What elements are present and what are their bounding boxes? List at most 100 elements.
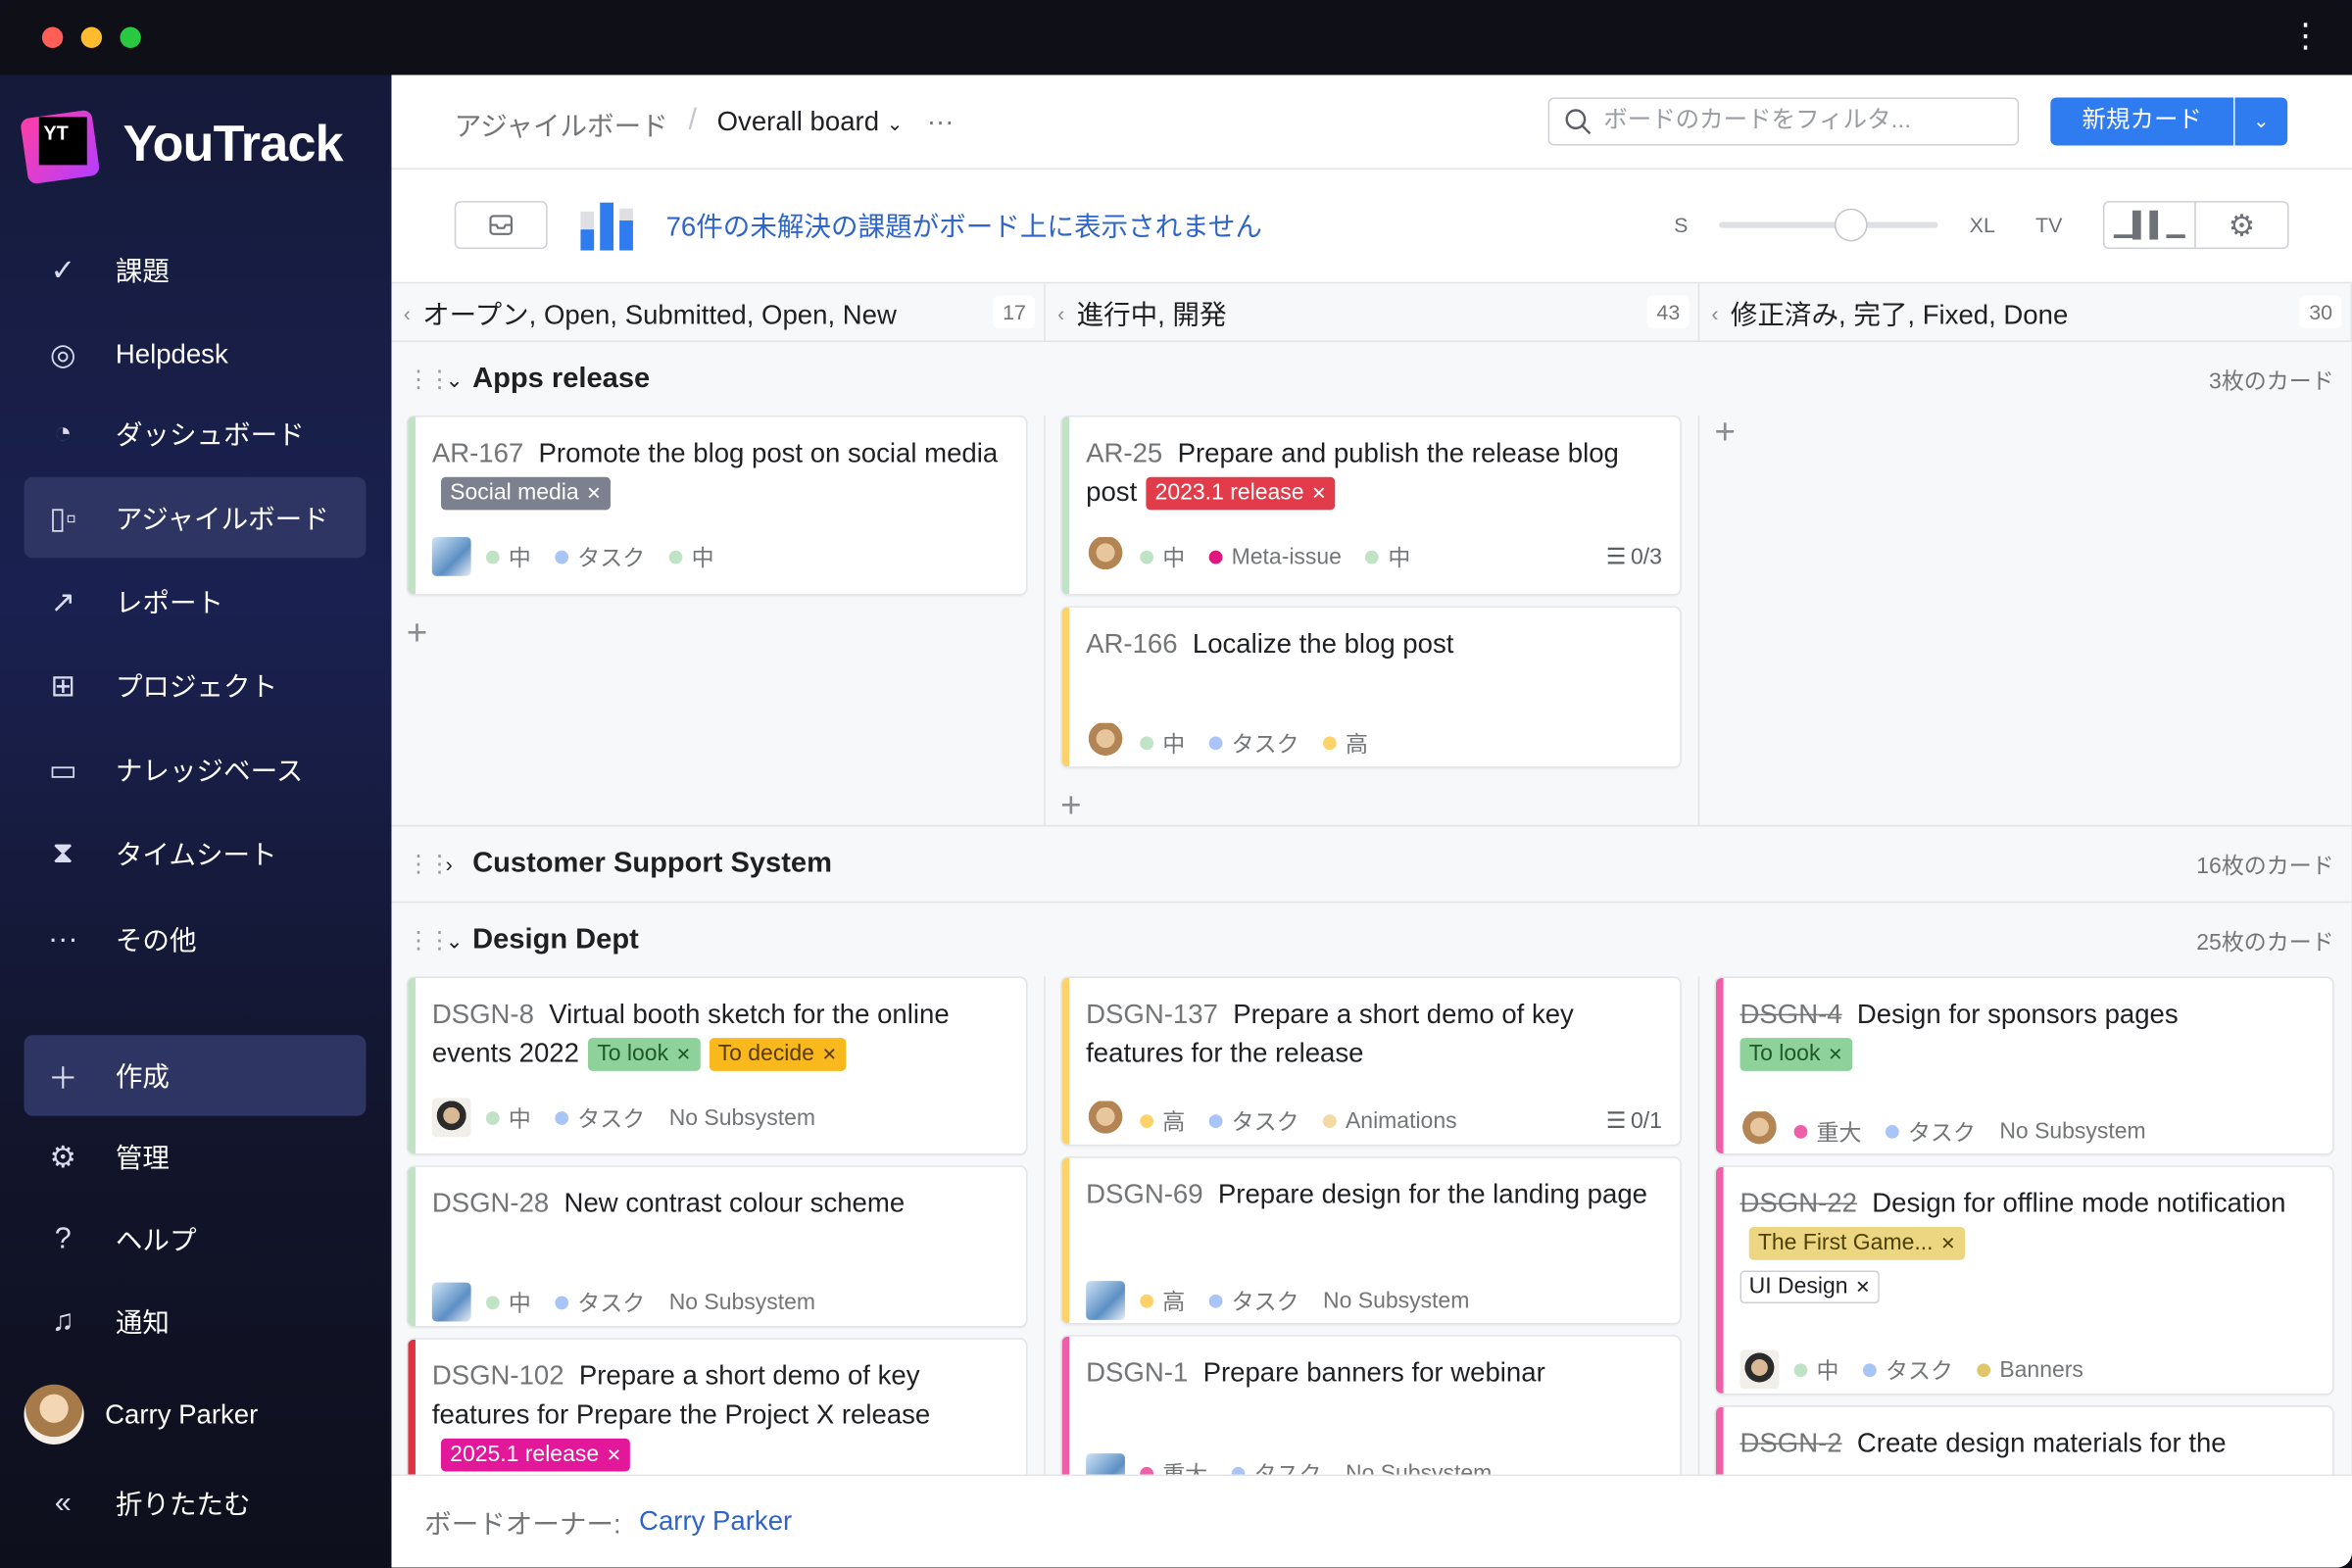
user-profile[interactable]: Carry Parker bbox=[24, 1374, 366, 1455]
logo[interactable]: YT YouTrack bbox=[20, 105, 344, 185]
card-field[interactable]: 高 bbox=[1140, 1285, 1185, 1316]
window-menu-icon[interactable]: ⋮ bbox=[2289, 18, 2323, 54]
search-input[interactable] bbox=[1603, 108, 1994, 135]
swimlane-header[interactable]: ⋮⋮ ⌄ Apps release 3枚のカード bbox=[391, 344, 2351, 416]
assignee-avatar[interactable] bbox=[431, 536, 471, 576]
breadcrumb-agile-boards[interactable]: アジャイルボード bbox=[455, 105, 668, 144]
issue-card[interactable]: DSGN-137 Prepare a short demo of key feat… bbox=[1061, 977, 1681, 1145]
card-filter-search[interactable] bbox=[1547, 97, 2020, 146]
issue-id[interactable]: AR-25 bbox=[1086, 438, 1162, 468]
sidebar-item-0[interactable]: ✓ 課題 bbox=[24, 229, 366, 311]
card-field[interactable]: タスク bbox=[1863, 1353, 1953, 1385]
issue-id[interactable]: AR-167 bbox=[432, 438, 523, 468]
sidebar-item-6[interactable]: ▭ ナレッジベース bbox=[24, 729, 366, 810]
collapse-sidebar-button[interactable]: «折りたたむ bbox=[24, 1462, 366, 1544]
issue-summary[interactable]: Design for offline mode notification bbox=[1872, 1188, 2285, 1218]
card-field[interactable]: No Subsystem bbox=[1323, 1288, 1469, 1313]
issue-summary[interactable]: Prepare design for the landing page bbox=[1218, 1179, 1647, 1209]
add-card-icon[interactable]: + bbox=[1714, 413, 1735, 455]
chevron-right-icon[interactable]: › bbox=[446, 852, 473, 875]
card-field[interactable]: No Subsystem bbox=[669, 1104, 815, 1130]
issue-card[interactable]: DSGN-4 Design for sponsors pages To look ✕ 重… bbox=[1716, 977, 2333, 1154]
drag-handle-icon[interactable]: ⋮⋮ bbox=[407, 925, 452, 956]
tag[interactable]: UI Design ✕ bbox=[1740, 1270, 1880, 1304]
board-owner-link[interactable]: Carry Parker bbox=[639, 1506, 792, 1538]
sidebar-item-8[interactable]: ··· その他 bbox=[24, 899, 366, 980]
remove-tag-icon[interactable]: ✕ bbox=[607, 1445, 621, 1465]
issue-summary[interactable]: Prepare banners for webinar bbox=[1203, 1357, 1545, 1388]
size-label-tv[interactable]: TV bbox=[2035, 213, 2062, 236]
issue-summary[interactable]: Create design materials for the bbox=[1857, 1428, 2227, 1458]
card-field[interactable]: 中 bbox=[485, 1286, 531, 1317]
add-card-icon[interactable]: + bbox=[1060, 786, 1081, 828]
issue-id[interactable]: DSGN-2 bbox=[1740, 1428, 1841, 1458]
issue-card[interactable]: DSGN-102 Prepare a short demo of key feat… bbox=[408, 1339, 1026, 1475]
assignee-avatar[interactable] bbox=[1740, 1349, 1780, 1390]
backlog-button[interactable] bbox=[454, 201, 548, 250]
create-button[interactable]: ＋作成 bbox=[24, 1035, 367, 1116]
chevron-left-icon[interactable]: ‹ bbox=[1057, 301, 1064, 324]
issue-card[interactable]: DSGN-8 Virtual booth sketch for the onlin… bbox=[408, 977, 1026, 1154]
sidebar-item-help[interactable]: ? ヘルプ bbox=[24, 1199, 366, 1280]
column-header[interactable]: ‹ オープン, Open, Submitted, Open, New 17 bbox=[391, 283, 1046, 342]
sidebar-item-5[interactable]: ⊞ プロジェクト bbox=[24, 645, 366, 726]
close-window-button[interactable] bbox=[41, 26, 64, 48]
sidebar-item-bell[interactable]: ♫ 通知 bbox=[24, 1281, 366, 1362]
sidebar-item-4[interactable]: ↗ レポート bbox=[24, 561, 366, 642]
subtasks-counter[interactable]: ☰ 0/1 bbox=[1606, 1107, 1662, 1134]
assignee-avatar[interactable] bbox=[1086, 1281, 1125, 1320]
swimlane-header[interactable]: ⋮⋮ › Customer Support System 16枚のカード bbox=[391, 828, 2351, 900]
size-label-xl[interactable]: XL bbox=[1970, 213, 1995, 236]
card-field[interactable]: 中 bbox=[668, 541, 714, 572]
sidebar-item-1[interactable]: ◎ Helpdesk bbox=[24, 314, 366, 395]
issue-card[interactable]: DSGN-2 Create design materials for the bbox=[1716, 1406, 2333, 1475]
issue-id[interactable]: DSGN-8 bbox=[432, 999, 534, 1029]
assignee-avatar[interactable] bbox=[1086, 536, 1125, 576]
remove-tag-icon[interactable]: ✕ bbox=[1311, 483, 1326, 504]
card-field[interactable]: No Subsystem bbox=[1346, 1460, 1492, 1475]
issue-card[interactable]: DSGN-69 Prepare design for the landing pa… bbox=[1061, 1157, 1681, 1323]
chevron-left-icon[interactable]: ‹ bbox=[404, 301, 411, 324]
card-field[interactable]: タスク bbox=[555, 1102, 645, 1133]
column-header[interactable]: ‹ 修正済み, 完了, Fixed, Done 30 bbox=[1699, 283, 2352, 342]
issue-card[interactable]: DSGN-1 Prepare banners for webinar 重大 タスク No… bbox=[1061, 1336, 1681, 1475]
card-field[interactable]: タスク bbox=[1208, 1285, 1299, 1316]
assignee-avatar[interactable] bbox=[431, 1098, 471, 1138]
remove-tag-icon[interactable]: ✕ bbox=[1940, 1233, 1955, 1253]
tag[interactable]: To look ✕ bbox=[1740, 1038, 1852, 1071]
more-icon[interactable]: ··· bbox=[927, 107, 955, 137]
card-field[interactable]: 高 bbox=[1140, 1104, 1185, 1136]
card-field[interactable]: 高 bbox=[1323, 727, 1368, 759]
assignee-avatar[interactable] bbox=[1086, 722, 1125, 762]
issue-card[interactable]: AR-167 Promote the blog post on social me… bbox=[408, 416, 1026, 595]
slider-handle[interactable] bbox=[1834, 208, 1867, 242]
hidden-issues-link[interactable]: 76件の未解決の課題がボード上に表示されません bbox=[666, 206, 1262, 245]
chart-button[interactable]: ▁▌▌▁ bbox=[2102, 201, 2196, 250]
card-field[interactable]: タスク bbox=[1231, 1457, 1322, 1475]
size-label-s[interactable]: S bbox=[1674, 213, 1688, 236]
card-field[interactable]: タスク bbox=[1208, 727, 1299, 759]
issue-id[interactable]: DSGN-28 bbox=[432, 1188, 549, 1218]
assignee-avatar[interactable] bbox=[1740, 1111, 1780, 1151]
remove-tag-icon[interactable]: ✕ bbox=[1828, 1044, 1842, 1064]
card-field[interactable]: 重大 bbox=[1140, 1457, 1207, 1475]
card-field[interactable]: 中 bbox=[1140, 541, 1185, 572]
chevron-down-icon[interactable]: ⌄ bbox=[446, 367, 473, 392]
board-settings-button[interactable]: ⚙ bbox=[2194, 201, 2289, 250]
assignee-avatar[interactable] bbox=[1086, 1453, 1125, 1475]
issue-summary[interactable]: New contrast colour scheme bbox=[564, 1188, 906, 1218]
issue-summary[interactable]: Promote the blog post on social media bbox=[539, 438, 999, 468]
issue-summary[interactable]: Design for sponsors pages bbox=[1857, 999, 2179, 1029]
tag[interactable]: To look ✕ bbox=[588, 1038, 701, 1071]
card-field[interactable]: 重大 bbox=[1793, 1115, 1861, 1147]
card-field[interactable]: 中 bbox=[485, 1102, 531, 1133]
maximize-window-button[interactable] bbox=[120, 26, 141, 48]
subtasks-counter[interactable]: ☰ 0/3 bbox=[1606, 543, 1662, 570]
card-field[interactable]: 中 bbox=[1140, 727, 1185, 759]
tag[interactable]: To decide ✕ bbox=[709, 1038, 847, 1071]
card-field[interactable]: 中 bbox=[1365, 541, 1410, 572]
remove-tag-icon[interactable]: ✕ bbox=[586, 483, 601, 504]
card-field[interactable]: Banners bbox=[1977, 1356, 2083, 1382]
issue-card[interactable]: AR-166 Localize the blog post 中 タスク 高 bbox=[1061, 607, 1681, 767]
issue-id[interactable]: DSGN-1 bbox=[1086, 1357, 1188, 1388]
